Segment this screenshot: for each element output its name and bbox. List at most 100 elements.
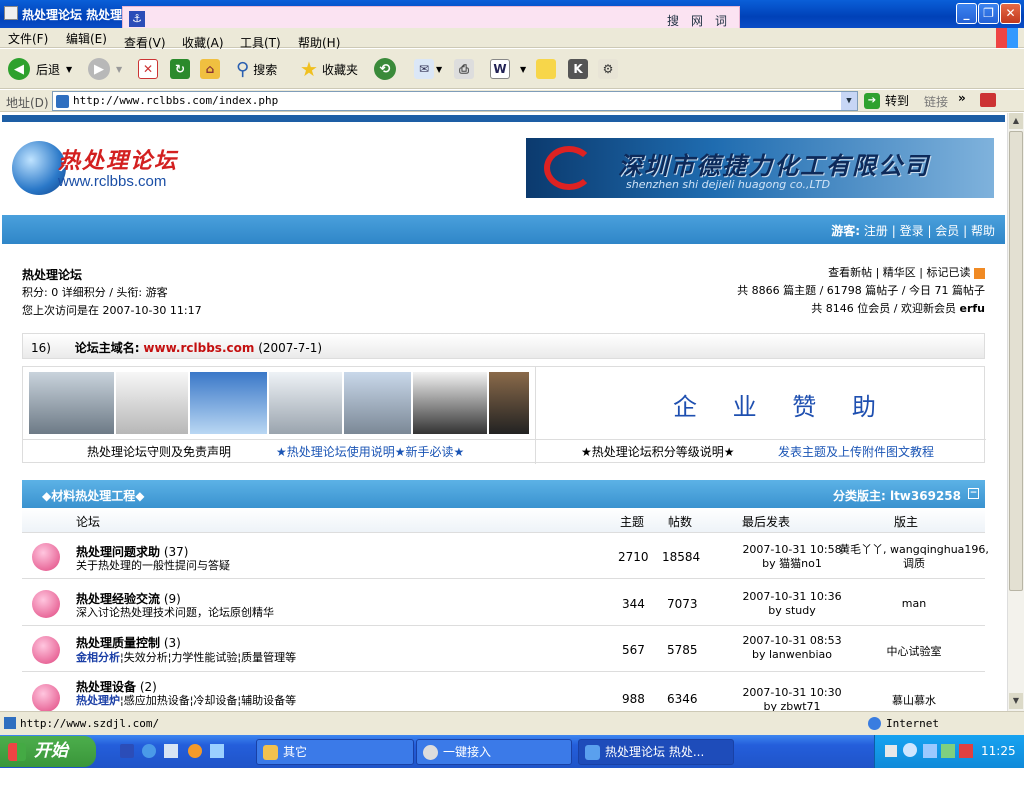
minimize-button[interactable]: _ — [956, 3, 977, 24]
back-label: 后退 — [36, 62, 61, 77]
maximize-button[interactable]: ❐ — [978, 3, 999, 24]
announce-domain[interactable]: www.rclbbs.com — [143, 341, 254, 355]
forum-moderator[interactable]: 中心试验室 — [834, 643, 994, 659]
address-label: 地址(D) — [6, 96, 49, 110]
history-button[interactable]: ⟲ — [374, 57, 396, 81]
stats-line1: 共 8866 篇主题 / 61798 篇帖子 / 今日 71 篇帖子 — [737, 284, 985, 297]
upload-tutorial-link[interactable]: 发表主题及上传附件图文教程 — [778, 443, 934, 460]
announce-num: 16) — [31, 341, 51, 355]
rules-link[interactable]: 热处理论坛守则及免责声明 — [87, 443, 231, 460]
quicklaunch-disk-icon[interactable] — [164, 744, 178, 758]
favorites-label: 收藏夹 — [321, 62, 358, 77]
address-dropdown-icon[interactable]: ▼ — [841, 92, 857, 110]
forum-name-link[interactable]: 热处理质量控制 — [76, 636, 160, 650]
clock[interactable]: 11:25 — [981, 744, 1016, 758]
mail-icon: ✉ — [414, 59, 434, 79]
start-button[interactable]: 开始 — [0, 736, 96, 767]
forum-moderator[interactable]: man — [834, 597, 994, 610]
table-row[interactable]: 热处理问题求助 (37) 关于热处理的一般性提问与答疑 2710 18584 2… — [22, 533, 989, 579]
search-icon: ⚲ — [236, 58, 250, 80]
microscope-image — [489, 372, 530, 434]
antivirus-tray-icon[interactable] — [959, 744, 973, 758]
stop-icon: ✕ — [138, 59, 158, 79]
quicklaunch-desktop-icon[interactable] — [210, 744, 224, 758]
search-button[interactable]: ⚲ 搜索 — [236, 57, 277, 81]
category-moderator[interactable]: 分类版主: ltw369258 — [833, 487, 961, 504]
forum-status-icon — [32, 543, 60, 571]
forum-moderator[interactable]: 慕山慕水 — [834, 692, 994, 708]
sponsor-banner[interactable]: 深圳市德捷力化工有限公司 shenzhen shi dejieli huagon… — [526, 138, 994, 198]
scroll-thumb[interactable] — [1009, 131, 1023, 591]
discuss-button[interactable] — [536, 57, 556, 81]
home-button[interactable]: ⌂ — [200, 57, 220, 81]
chevron-left-icon[interactable] — [903, 743, 917, 757]
rss-icon[interactable] — [974, 267, 985, 279]
table-row[interactable]: 热处理经验交流 (9) 深入讨论热处理技术问题，论坛原创精华 344 7073 … — [22, 580, 985, 626]
guide-link[interactable]: ★热处理论坛使用说明★新手必读★ — [276, 443, 464, 460]
close-button[interactable]: ✕ — [1000, 3, 1021, 24]
security-tray-icon[interactable] — [941, 744, 955, 758]
col-posts: 帖数 — [668, 515, 693, 529]
forum-name: 热处理论坛 — [22, 268, 83, 282]
guest-label: 游客: — [831, 224, 861, 238]
collapse-icon[interactable]: − — [968, 488, 979, 499]
members-link[interactable]: 会员 — [935, 224, 959, 238]
address-input[interactable]: http://www.rclbbs.com/index.php ▼ — [52, 91, 858, 111]
col-topics: 主题 — [620, 515, 645, 529]
mail-button[interactable]: ✉ ▼ — [414, 57, 442, 81]
scroll-down-icon[interactable]: ▼ — [1009, 693, 1023, 709]
menu-edit[interactable]: 编辑(E) — [66, 30, 107, 47]
announcement[interactable]: 16) 论坛主域名: www.rclbbs.com (2007-7-1) — [22, 333, 985, 359]
quicklaunch-anchor-icon[interactable] — [120, 744, 134, 758]
subforum-link[interactable]: 金相分析 — [76, 651, 120, 664]
stop-button[interactable]: ✕ — [138, 57, 158, 81]
back-button[interactable]: ◀ 后退 ▼ — [8, 57, 72, 81]
newest-member[interactable]: erfu — [959, 302, 985, 315]
taskbar: 开始 其它 一键接入 热处理论坛 热处... 11:25 — [0, 735, 1024, 768]
favorites-button[interactable]: ★ 收藏夹 — [300, 57, 358, 81]
table-row[interactable]: 热处理质量控制 (3) 金相分析¦失效分析¦力学性能试验¦质量管理等 567 5… — [22, 626, 985, 672]
subforum-link[interactable]: 热处理炉 — [76, 694, 120, 707]
refresh-button[interactable]: ↻ — [170, 57, 190, 81]
help-link[interactable]: 帮助 — [971, 224, 995, 238]
quick-links[interactable]: 查看新帖 | 精华区 | 标记已读 — [828, 266, 970, 279]
messenger-button[interactable]: ⚙ — [598, 57, 618, 81]
site-logo[interactable]: 热处理论坛 www.rclbbs.com — [12, 137, 192, 203]
go-button[interactable]: ➔ 转到 — [864, 92, 909, 109]
quicklaunch-ie-icon[interactable] — [142, 744, 156, 758]
points-link[interactable]: ★热处理论坛积分等级说明★ — [581, 443, 735, 460]
dict-search-label[interactable]: 搜网词 — [667, 12, 739, 29]
forum-stats: 查看新帖 | 精华区 | 标记已读 共 8866 篇主题 / 61798 篇帖子… — [737, 264, 985, 318]
network-tray-icon[interactable] — [923, 744, 937, 758]
category-title[interactable]: ◆材料热处理工程◆ — [42, 487, 144, 504]
login-link[interactable]: 登录 — [900, 224, 924, 238]
menu-file[interactable]: 文件(F) — [8, 30, 48, 47]
keyboard-icon[interactable] — [885, 745, 897, 757]
quicklaunch-media-icon[interactable] — [188, 744, 202, 758]
register-link[interactable]: 注册 — [864, 224, 888, 238]
user-info: 热处理论坛 积分: 0 详细积分 / 头衔: 游客 您上次访问是在 2007-1… — [22, 266, 202, 320]
history-icon: ⟲ — [374, 58, 396, 80]
logo-text: 热处理论坛 — [58, 149, 179, 174]
scroll-up-icon[interactable]: ▲ — [1009, 113, 1023, 129]
vertical-scrollbar[interactable]: ▲ ▼ — [1007, 113, 1024, 711]
forum-moderator[interactable]: 黄毛丫丫, wangqinghua196, 调质 — [834, 543, 994, 571]
edit-button[interactable]: W ▼ — [490, 57, 526, 81]
address-url: http://www.rclbbs.com/index.php — [73, 94, 279, 107]
microscope-image — [269, 372, 342, 434]
task-ie[interactable]: 热处理论坛 热处... — [578, 739, 734, 765]
forum-posts: 5785 — [667, 643, 698, 657]
forward-button[interactable]: ▶ ▼ — [88, 57, 122, 81]
toolbar-k-button[interactable]: K — [568, 57, 588, 81]
links-label[interactable]: 链接 — [924, 93, 948, 110]
forum-posts: 7073 — [667, 597, 698, 611]
forum-topics: 567 — [622, 643, 645, 657]
sponsor-images[interactable] — [29, 372, 530, 434]
task-dial[interactable]: 一键接入 — [416, 739, 572, 765]
chevron-right-icon[interactable]: » — [958, 91, 966, 105]
table-row[interactable]: 热处理设备 (2) 热处理炉¦感应加热设备¦冷却设备¦辅助设备等 988 634… — [22, 672, 985, 711]
print-button[interactable]: ⎙ — [454, 57, 474, 81]
forum-topics: 988 — [622, 692, 645, 706]
task-other[interactable]: 其它 — [256, 739, 414, 765]
toolbar-extension-icon[interactable] — [980, 93, 996, 107]
